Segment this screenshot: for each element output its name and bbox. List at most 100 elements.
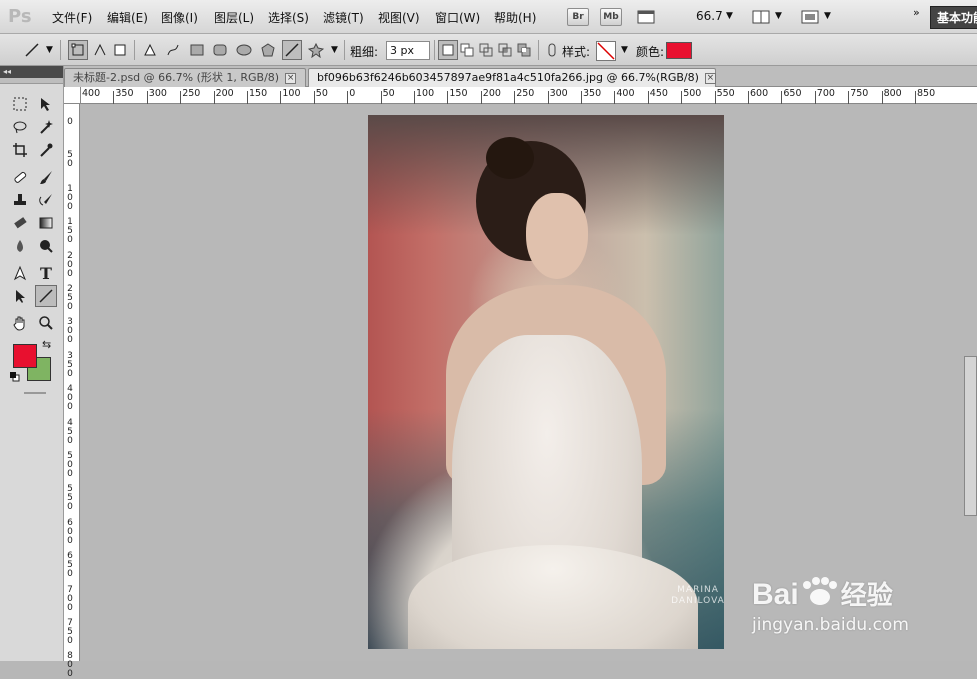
menu-layer[interactable]: 图层(L) — [214, 9, 254, 26]
ruler-label: 350 — [67, 350, 73, 379]
foreground-color-swatch[interactable] — [13, 344, 37, 368]
default-colors-icon[interactable] — [10, 372, 20, 382]
menu-filter[interactable]: 滤镜(T) — [323, 9, 364, 26]
blur-tool-icon[interactable] — [9, 235, 31, 257]
bridge-button[interactable]: Br — [567, 8, 589, 26]
zoom-dropdown-icon[interactable]: ▼ — [726, 11, 733, 21]
ruler-label: 500 — [683, 88, 702, 99]
tab-photo-jpg[interactable]: bf096b63f6246b603457897ae9f81a4c510fa266… — [308, 68, 716, 87]
ruler-label: 100 — [282, 88, 301, 99]
rectangle-shape-icon[interactable] — [187, 40, 207, 60]
exclude-shape-icon[interactable] — [514, 40, 534, 60]
ruler-origin[interactable] — [64, 87, 81, 104]
marquee-tool-icon[interactable] — [9, 93, 31, 115]
intersect-shape-icon[interactable] — [495, 40, 515, 60]
line-tool-preset-icon[interactable] — [22, 40, 42, 60]
view-extras-icon[interactable] — [637, 7, 657, 27]
rounded-rectangle-icon[interactable] — [210, 40, 230, 60]
screen-mode-dropdown-icon[interactable]: ▼ — [824, 11, 831, 21]
ruler-label: 350 — [115, 88, 134, 99]
ruler-label: 500 — [67, 451, 73, 479]
ruler-label: 250 — [516, 88, 535, 99]
menu-file[interactable]: 文件(F) — [52, 9, 92, 26]
brush-tool-icon[interactable] — [35, 166, 57, 188]
crop-tool-icon[interactable] — [9, 139, 31, 161]
shape-layers-icon[interactable] — [68, 40, 88, 60]
weight-input[interactable]: 3 px — [386, 41, 430, 60]
screen-mode-icon[interactable] — [800, 7, 820, 27]
freeform-pen-icon[interactable] — [163, 40, 183, 60]
zoom-tool-icon[interactable] — [35, 312, 57, 334]
magic-wand-tool-icon[interactable] — [35, 116, 57, 138]
minibridge-button[interactable]: Mb — [600, 8, 622, 26]
style-none-icon[interactable] — [596, 41, 616, 61]
preset-dropdown-icon[interactable]: ▼ — [46, 45, 53, 55]
quick-mask-icon[interactable] — [24, 392, 46, 394]
document-image[interactable]: MARINA DANILOVA — [368, 115, 724, 649]
lasso-tool-icon[interactable] — [9, 116, 31, 138]
zoom-level[interactable]: 66.7 — [696, 9, 723, 23]
style-dropdown-icon[interactable]: ▼ — [621, 45, 628, 55]
hand-tool-icon[interactable] — [9, 312, 31, 334]
close-icon[interactable]: × — [704, 72, 716, 84]
dodge-tool-icon[interactable] — [35, 235, 57, 257]
menu-view[interactable]: 视图(V) — [378, 9, 420, 26]
menu-select[interactable]: 选择(S) — [268, 9, 309, 26]
subtract-shape-icon[interactable] — [476, 40, 496, 60]
ruler-label: 250 — [67, 284, 73, 312]
ruler-label: 150 — [449, 88, 468, 99]
history-brush-tool-icon[interactable] — [35, 189, 57, 211]
ruler-label: 700 — [67, 584, 73, 613]
workspace-button[interactable]: 基本功能 — [930, 6, 977, 29]
tab-untitled-2[interactable]: 未标题-2.psd @ 66.7% (形状 1, RGB/8) × — [64, 68, 306, 87]
ruler-label: 450 — [67, 417, 73, 446]
paths-icon[interactable] — [90, 40, 110, 60]
line-tool-icon[interactable] — [35, 285, 57, 307]
gradient-tool-icon[interactable] — [35, 212, 57, 234]
healing-brush-tool-icon[interactable] — [9, 166, 31, 188]
vertical-ruler: 0 50 100 150 200 250 300 350 400 450 500 550 600 650 7… — [64, 104, 80, 679]
color-swatch[interactable] — [666, 42, 692, 59]
menu-window[interactable]: 窗口(W) — [435, 9, 480, 26]
pen-tool-icon[interactable] — [140, 40, 160, 60]
eyedropper-tool-icon[interactable] — [35, 139, 57, 161]
swap-colors-icon[interactable]: ⇆ — [42, 338, 51, 351]
ruler-label: 650 — [67, 551, 73, 580]
ruler-label: 600 — [750, 88, 769, 99]
ellipse-shape-icon[interactable] — [234, 40, 254, 60]
link-style-icon[interactable] — [542, 40, 562, 60]
arrange-documents-icon[interactable] — [751, 7, 771, 27]
ruler-label: 450 — [649, 88, 668, 99]
eraser-tool-icon[interactable] — [9, 212, 31, 234]
ruler-label: 600 — [67, 517, 73, 546]
ruler-label: 700 — [816, 88, 835, 99]
type-tool-icon[interactable]: T — [35, 262, 57, 284]
path-selection-tool-icon[interactable] — [9, 285, 31, 307]
pen-tool-side-icon[interactable] — [9, 262, 31, 284]
ruler-label: 250 — [182, 88, 201, 99]
style-label: 样式: — [562, 45, 591, 59]
custom-shape-icon[interactable] — [306, 40, 326, 60]
fill-pixels-icon[interactable] — [110, 40, 130, 60]
menu-edit[interactable]: 编辑(E) — [107, 9, 148, 26]
arrange-dropdown-icon[interactable]: ▼ — [775, 11, 782, 21]
add-to-shape-icon[interactable] — [457, 40, 477, 60]
expand-icon[interactable]: » — [913, 6, 920, 19]
ruler-label: 100 — [67, 183, 73, 212]
ruler-label: 300 — [148, 88, 167, 99]
new-shape-layer-icon[interactable] — [438, 40, 458, 60]
close-icon[interactable]: × — [285, 72, 297, 84]
move-tool-icon[interactable] — [35, 93, 57, 115]
paw-icon — [799, 575, 841, 605]
clone-stamp-tool-icon[interactable] — [9, 189, 31, 211]
polygon-shape-icon[interactable] — [258, 40, 278, 60]
line-shape-icon[interactable] — [282, 40, 302, 60]
document-tabs: 未标题-2.psd @ 66.7% (形状 1, RGB/8) × bf096b6… — [64, 66, 977, 87]
collapse-icon[interactable]: ◂◂ — [0, 66, 63, 78]
ruler-label: 750 — [850, 88, 869, 99]
menu-image[interactable]: 图像(I) — [161, 9, 198, 26]
ruler-label: 550 — [716, 88, 735, 99]
shape-dropdown-icon[interactable]: ▼ — [331, 45, 338, 55]
menu-help[interactable]: 帮助(H) — [494, 9, 536, 26]
collapsed-panel[interactable] — [964, 356, 977, 516]
